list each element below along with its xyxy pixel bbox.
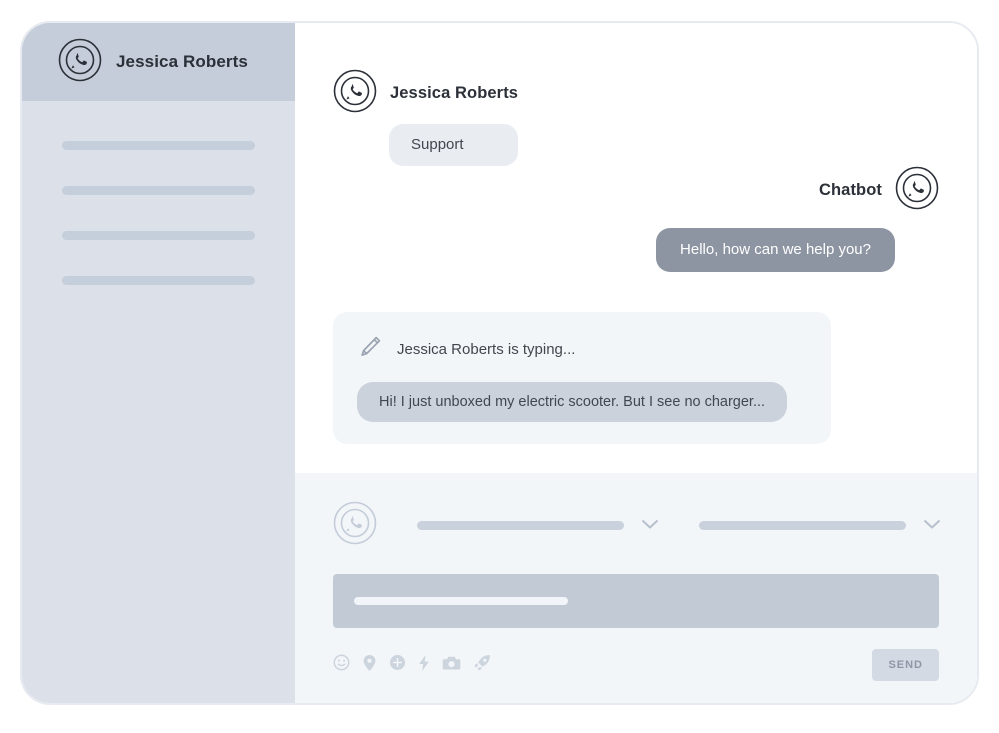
main-panel: Jessica Roberts Support Chatbot Hello, h…: [295, 23, 977, 703]
message-bubble[interactable]: Hello, how can we help you?: [656, 228, 895, 272]
pencil-icon: [357, 334, 383, 365]
sidebar: Jessica Roberts: [22, 23, 295, 703]
chat-app-window: Jessica Roberts Jessica Roberts Support …: [20, 21, 979, 705]
message-input-placeholder: [354, 597, 568, 605]
location-icon[interactable]: [362, 654, 377, 677]
typing-indicator-header: Jessica Roberts is typing...: [357, 334, 809, 365]
lightning-icon[interactable]: [418, 654, 430, 677]
account-select-value: [699, 521, 906, 530]
composer-toolbar: [333, 501, 949, 550]
composer-actions: SEND: [333, 649, 939, 681]
message-bubble[interactable]: Support: [389, 124, 519, 166]
sidebar-conversation-list: [22, 101, 295, 703]
channel-select[interactable]: [417, 517, 659, 535]
message-incoming-column: Jessica Roberts Support: [333, 69, 519, 166]
chevron-down-icon: [641, 517, 659, 535]
camera-icon[interactable]: [442, 655, 461, 676]
message-outgoing-column: Chatbot Hello, how can we help you?: [656, 166, 939, 272]
add-attachment-icon[interactable]: [389, 654, 406, 676]
typing-indicator-card: Jessica Roberts is typing... Hi! I just …: [333, 312, 831, 444]
sidebar-header[interactable]: Jessica Roberts: [22, 23, 295, 101]
sidebar-title: Jessica Roberts: [116, 52, 248, 71]
rocket-icon[interactable]: [473, 654, 491, 677]
message-sender-name: Chatbot: [818, 181, 882, 199]
message-outgoing: Chatbot Hello, how can we help you?: [333, 166, 939, 272]
message-incoming: Jessica Roberts Support: [333, 69, 939, 166]
conversation-placeholder-2[interactable]: [62, 186, 255, 195]
account-select[interactable]: [699, 517, 941, 535]
typing-status-text: Jessica Roberts is typing...: [397, 341, 576, 358]
send-button[interactable]: SEND: [872, 649, 939, 681]
whatsapp-icon: [895, 166, 939, 215]
conversation-placeholder-4[interactable]: [62, 276, 255, 285]
whatsapp-icon: [58, 38, 102, 87]
message-sender-name: Jessica Roberts: [390, 84, 519, 102]
typing-preview-bubble: Hi! I just unboxed my electric scooter. …: [357, 382, 788, 422]
chevron-down-icon: [923, 517, 941, 535]
message-input[interactable]: [333, 574, 939, 628]
message-incoming-header: Jessica Roberts: [333, 69, 518, 118]
conversation-placeholder-3[interactable]: [62, 231, 255, 240]
message-outgoing-header: Chatbot: [819, 166, 939, 215]
conversation-thread: Jessica Roberts Support Chatbot Hello, h…: [295, 23, 977, 473]
message-composer: SEND: [295, 473, 977, 703]
emoji-icon[interactable]: [333, 654, 350, 676]
composer-action-icons: [333, 654, 872, 677]
whatsapp-icon: [333, 69, 377, 118]
whatsapp-icon[interactable]: [333, 501, 377, 550]
channel-select-value: [417, 521, 624, 530]
conversation-placeholder-1[interactable]: [62, 141, 255, 150]
